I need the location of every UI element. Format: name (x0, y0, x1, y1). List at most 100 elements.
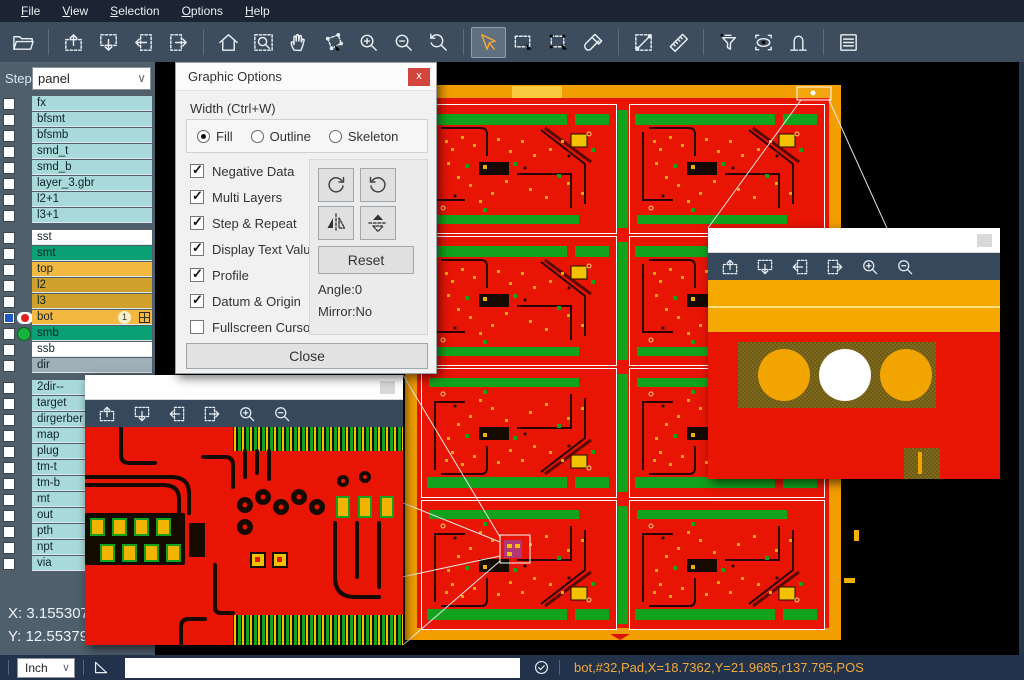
layer-visibility-checkbox[interactable] (3, 344, 15, 356)
rect-select-button[interactable] (506, 27, 541, 58)
menu-view[interactable]: View (51, 4, 99, 18)
layer-item-smt[interactable]: smt (32, 246, 152, 261)
pan-up-icon[interactable] (720, 257, 740, 277)
checkbox-display-text-value[interactable]: Display Text Value (190, 241, 318, 257)
pan-down-icon[interactable] (132, 404, 152, 424)
layer-visibility-checkbox[interactable] (3, 478, 15, 490)
close-icon[interactable]: x (408, 68, 430, 86)
zoom-out-icon[interactable] (272, 404, 292, 424)
layer-visibility-checkbox[interactable] (3, 542, 15, 554)
home-view-button[interactable] (211, 27, 246, 58)
layer-visibility-checkbox[interactable] (3, 398, 15, 410)
layer-item-smd_b[interactable]: smd_b (32, 160, 152, 175)
pan-left-button[interactable] (126, 27, 161, 58)
mirror-vertical-button[interactable] (360, 206, 396, 240)
checkbox-fullscreen-cursor[interactable]: Fullscreen Cursor (190, 319, 315, 335)
clear-brush-button[interactable] (576, 27, 611, 58)
radio-skeleton[interactable]: Skeleton (329, 129, 399, 144)
layer-visibility-checkbox[interactable] (3, 558, 15, 570)
layer-visibility-checkbox[interactable] (3, 280, 15, 292)
popup-resize-button[interactable] (380, 381, 395, 394)
radio-fill[interactable]: Fill (197, 129, 233, 144)
layer-visibility-checkbox[interactable] (3, 162, 15, 174)
layer-visibility-checkbox[interactable] (3, 446, 15, 458)
layer-item-l3plus1[interactable]: l3+1 (32, 208, 152, 223)
layer-item-top[interactable]: top (32, 262, 152, 277)
layer-visibility-checkbox[interactable] (3, 382, 15, 394)
pan-left-icon[interactable] (790, 257, 810, 277)
layer-visibility-checkbox[interactable] (3, 328, 15, 340)
layer-visibility-checkbox[interactable] (3, 130, 15, 142)
checkbox-datum-origin[interactable]: Datum & Origin (190, 293, 301, 309)
layer-item-bfsmt[interactable]: bfsmt (32, 112, 152, 127)
ruler-button[interactable] (661, 27, 696, 58)
vertical-scrollbar[interactable] (1019, 62, 1024, 655)
layer-visibility-checkbox[interactable] (3, 430, 15, 442)
rotate-ccw-button[interactable] (360, 168, 396, 202)
layer-visibility-checkbox[interactable] (3, 510, 15, 522)
zoom-window-button[interactable] (246, 27, 281, 58)
layer-visibility-checkbox[interactable] (3, 414, 15, 426)
corner-measure-icon[interactable] (92, 658, 111, 677)
magnifier-titlebar[interactable] (708, 228, 1000, 253)
pan-up-icon[interactable] (97, 404, 117, 424)
layer-visibility-checkbox[interactable] (3, 232, 15, 244)
radio-outline[interactable]: Outline (251, 129, 311, 144)
layer-item-fx[interactable]: fx (32, 96, 152, 111)
measure-line-button[interactable] (626, 27, 661, 58)
pan-right-icon[interactable] (202, 404, 222, 424)
layer-visibility-checkbox[interactable] (3, 210, 15, 222)
view-options-button[interactable] (746, 27, 781, 58)
layer-visibility-checkbox[interactable] (3, 312, 15, 324)
select-tool-button[interactable] (471, 27, 506, 58)
layer-visibility-checkbox[interactable] (3, 296, 15, 308)
apply-button[interactable] (532, 658, 551, 677)
layer-visibility-checkbox[interactable] (3, 114, 15, 126)
layer-visibility-checkbox[interactable] (3, 98, 15, 110)
layer-visibility-checkbox[interactable] (3, 360, 15, 372)
layer-item-ssb[interactable]: ssb (32, 342, 152, 357)
rotate-cw-button[interactable] (318, 168, 354, 202)
step-dropdown[interactable]: panel∨ (32, 67, 151, 90)
dialog-title[interactable]: Graphic Options (176, 63, 436, 91)
popup-resize-button[interactable] (977, 234, 992, 247)
magnifier-titlebar[interactable] (85, 375, 403, 400)
zoom-in-icon[interactable] (237, 404, 257, 424)
layer-item-l2plus1[interactable]: l2+1 (32, 192, 152, 207)
layer-visibility-checkbox[interactable] (3, 178, 15, 190)
layer-item-dir[interactable]: dir (32, 358, 152, 373)
previous-view-button[interactable] (421, 27, 456, 58)
zoom-out-button[interactable] (386, 27, 421, 58)
filter-button[interactable] (711, 27, 746, 58)
checkbox-step-repeat[interactable]: Step & Repeat (190, 215, 297, 231)
magnifier-view[interactable] (85, 427, 403, 645)
layer-visibility-checkbox[interactable] (3, 146, 15, 158)
open-file-button[interactable] (6, 27, 41, 58)
menu-help[interactable]: Help (234, 4, 281, 18)
polygon-select-button[interactable] (316, 27, 351, 58)
layer-visibility-checkbox[interactable] (3, 526, 15, 538)
pan-down-icon[interactable] (755, 257, 775, 277)
layer-item-l3[interactable]: l3 (32, 294, 152, 309)
layer-item-bfsmb[interactable]: bfsmb (32, 128, 152, 143)
checkbox-profile[interactable]: Profile (190, 267, 249, 283)
mirror-horizontal-button[interactable] (318, 206, 354, 240)
grid-icon[interactable] (139, 312, 150, 323)
pan-down-button[interactable] (91, 27, 126, 58)
command-input[interactable] (125, 658, 520, 678)
layer-visibility-checkbox[interactable] (3, 194, 15, 206)
dialog-close-button[interactable]: Close (186, 343, 428, 369)
layer-item-smb[interactable]: smb (32, 326, 152, 341)
zoom-out-icon[interactable] (895, 257, 915, 277)
zoom-in-icon[interactable] (860, 257, 880, 277)
menu-options[interactable]: Options (171, 4, 234, 18)
menu-selection[interactable]: Selection (99, 4, 170, 18)
zoom-in-button[interactable] (351, 27, 386, 58)
layer-item-bot[interactable]: bot (32, 310, 152, 325)
unit-dropdown[interactable]: Inch∨ (17, 658, 75, 678)
pan-up-button[interactable] (56, 27, 91, 58)
layer-visibility-checkbox[interactable] (3, 494, 15, 506)
menu-file[interactable]: File (10, 4, 51, 18)
reset-button[interactable]: Reset (318, 246, 414, 274)
layer-item-layer_3-gbr[interactable]: layer_3.gbr (32, 176, 152, 191)
